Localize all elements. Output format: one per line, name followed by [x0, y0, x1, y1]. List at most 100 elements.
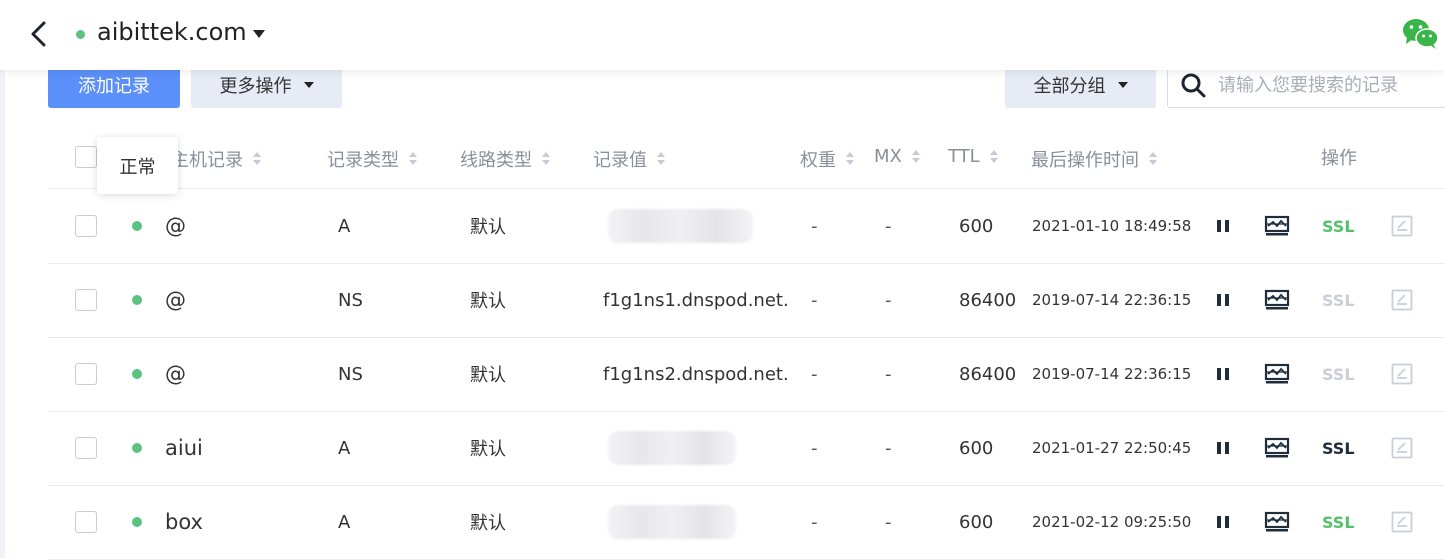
sort-icon[interactable] [1149, 152, 1157, 166]
status-tooltip: 正常 [97, 137, 178, 194]
monitor-button[interactable] [1264, 189, 1290, 263]
type-cell: NS [338, 363, 363, 385]
sort-icon[interactable] [846, 152, 854, 166]
pause-icon [1217, 516, 1229, 528]
header-weight[interactable]: 权重 [800, 146, 854, 172]
edit-button[interactable] [1391, 485, 1413, 559]
row-checkbox[interactable] [75, 289, 97, 311]
edit-icon [1391, 511, 1413, 533]
monitor-button[interactable] [1264, 411, 1290, 485]
redacted-value [608, 209, 753, 243]
edit-button[interactable] [1391, 263, 1413, 337]
monitor-icon [1264, 511, 1290, 532]
edit-icon [1391, 437, 1413, 459]
line-cell: 默认 [470, 439, 506, 460]
sort-icon[interactable] [409, 152, 417, 166]
sort-icon[interactable] [911, 149, 920, 164]
edit-button[interactable] [1391, 337, 1413, 411]
weight-cell: - [811, 289, 818, 311]
sort-icon[interactable] [657, 152, 665, 166]
more-actions-label: 更多操作 [219, 76, 292, 97]
pause-icon [1217, 220, 1229, 232]
sort-icon[interactable] [989, 149, 998, 164]
sort-icon[interactable] [542, 152, 550, 166]
type-cell: A [338, 511, 351, 533]
back-icon[interactable] [26, 20, 52, 48]
top-bar: aibittek.com [0, 0, 1445, 70]
row-checkbox[interactable] [75, 363, 97, 385]
header-value-label: 记录值 [593, 150, 647, 171]
table-row: aiui A 默认 - - 600 2021-01-27 22:50:45 SSL [48, 411, 1445, 486]
domain-dropdown-caret[interactable] [253, 30, 265, 38]
ssl-button[interactable]: SSL [1322, 411, 1355, 485]
header-line[interactable]: 线路类型 [460, 146, 550, 172]
ttl-cell: 600 [959, 215, 994, 237]
status-dot[interactable] [132, 295, 142, 305]
weight-cell: - [811, 437, 818, 459]
row-checkbox[interactable] [75, 511, 97, 533]
header-weight-label: 权重 [800, 150, 836, 171]
pause-icon [1217, 294, 1229, 306]
pause-icon [1217, 368, 1229, 380]
search-icon[interactable] [1180, 72, 1206, 98]
status-cell [132, 189, 142, 263]
status-dot[interactable] [132, 443, 142, 453]
chevron-down-icon [1117, 82, 1128, 88]
header-time-label: 最后操作时间 [1031, 150, 1139, 171]
status-dot[interactable] [132, 369, 142, 379]
pause-button[interactable] [1212, 263, 1234, 337]
host-cell: box [165, 510, 203, 534]
line-cell: 默认 [470, 365, 506, 386]
add-record-label: 添加记录 [78, 76, 150, 97]
time-cell: 2021-01-27 22:50:45 [1032, 439, 1192, 457]
monitor-button[interactable] [1264, 485, 1290, 559]
host-cell: @ [165, 288, 186, 312]
chevron-down-icon [303, 82, 314, 88]
wechat-icon[interactable] [1402, 18, 1440, 50]
mx-cell: - [885, 511, 892, 533]
row-checkbox[interactable] [75, 437, 97, 459]
ttl-cell: 86400 [959, 363, 1017, 385]
type-cell: NS [338, 289, 363, 311]
search-input[interactable] [1216, 73, 1445, 97]
mx-cell: - [885, 363, 892, 385]
host-cell: @ [165, 214, 186, 238]
redacted-value [608, 505, 736, 539]
status-dot[interactable] [132, 517, 142, 527]
edit-icon [1391, 215, 1413, 237]
table-row: @ A 默认 - - 600 2021-01-10 18:49:58 SSL [48, 189, 1445, 264]
monitor-button[interactable] [1264, 263, 1290, 337]
pause-button[interactable] [1212, 337, 1234, 411]
time-cell: 2021-01-10 18:49:58 [1032, 217, 1192, 235]
time-cell: 2019-07-14 22:36:15 [1032, 365, 1192, 383]
row-checkbox[interactable] [75, 215, 97, 237]
header-mx[interactable]: MX [874, 146, 920, 167]
status-dot[interactable] [132, 221, 142, 231]
line-cell: 默认 [470, 513, 506, 534]
pause-button[interactable] [1212, 485, 1234, 559]
monitor-button[interactable] [1264, 337, 1290, 411]
header-value[interactable]: 记录值 [593, 146, 665, 172]
ssl-button[interactable]: SSL [1322, 337, 1355, 411]
table-row: @ NS 默认 f1g1ns1.dnspod.net. - -86400 2019-07-1… [48, 263, 1445, 338]
ssl-button[interactable]: SSL [1322, 263, 1355, 337]
header-type-label: 记录类型 [327, 150, 399, 171]
edit-button[interactable] [1391, 411, 1413, 485]
header-time[interactable]: 最后操作时间 [1031, 146, 1157, 172]
pause-button[interactable] [1212, 411, 1234, 485]
sort-icon[interactable] [253, 152, 261, 166]
select-all-checkbox[interactable] [75, 146, 97, 168]
ssl-button[interactable]: SSL [1322, 189, 1355, 263]
group-filter-label: 全部分组 [1033, 76, 1106, 97]
status-cell [132, 485, 142, 559]
header-type[interactable]: 记录类型 [327, 146, 417, 172]
edit-button[interactable] [1391, 189, 1413, 263]
header-host[interactable]: 主机记录 [171, 146, 261, 172]
ssl-button[interactable]: SSL [1322, 485, 1355, 559]
header-ttl[interactable]: TTL [948, 146, 998, 167]
pause-button[interactable] [1212, 189, 1234, 263]
time-cell: 2021-02-12 09:25:50 [1032, 513, 1192, 531]
weight-cell: - [811, 215, 818, 237]
domain-name[interactable]: aibittek.com [97, 18, 247, 46]
weight-cell: - [811, 363, 818, 385]
